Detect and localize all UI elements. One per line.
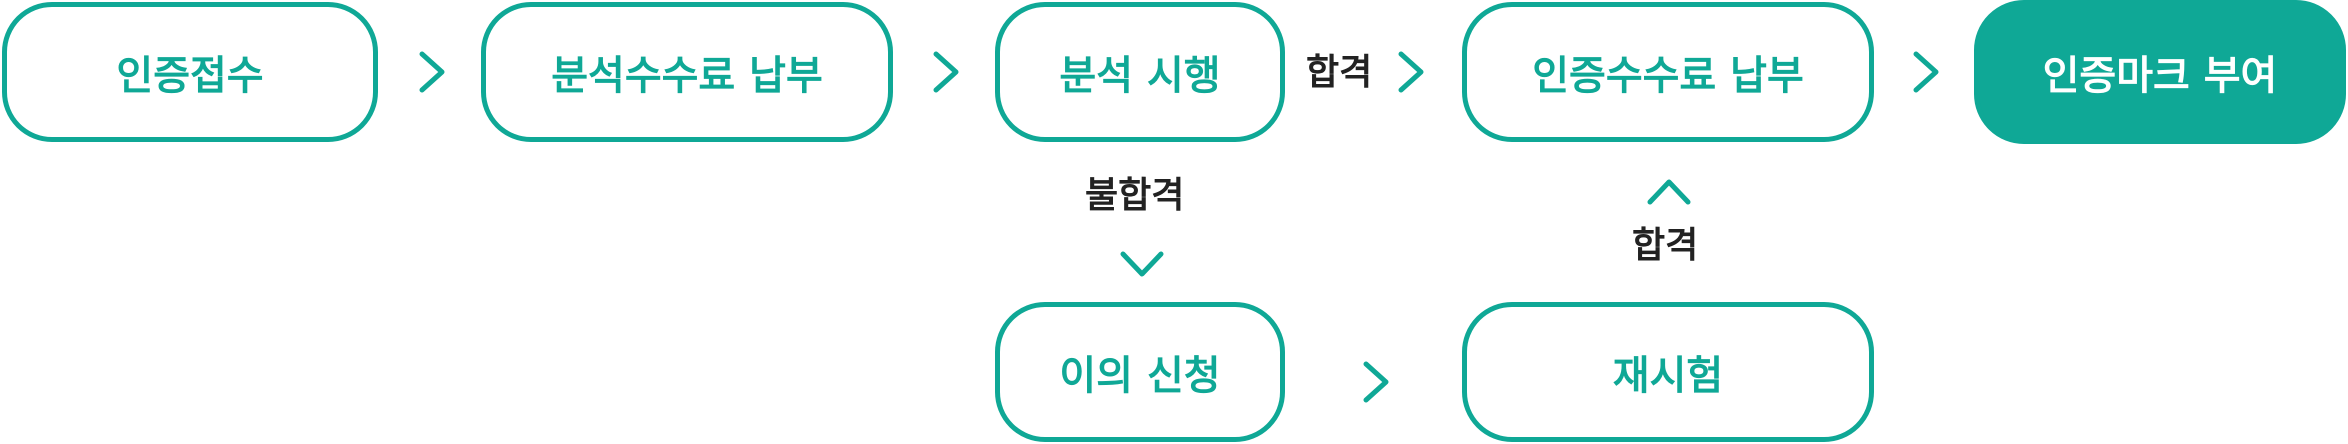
chevron-right-icon [1398,51,1424,93]
label-fail: 불합격 [1085,175,1185,216]
label-pass-top: 합격 [1306,52,1373,93]
chevron-right-icon [933,51,959,93]
chevron-down-icon [1120,251,1164,277]
chevron-right-icon [419,51,445,93]
node-analysis-fee-payment: 분석수수료 납부 [481,2,893,142]
label-pass-retest: 합격 [1632,225,1699,266]
node-certification-mark-grant: 인증마크 부여 [1974,0,2346,144]
node-certification-application: 인증접수 [2,2,378,142]
node-appeal-request: 이의 신청 [995,302,1285,442]
chevron-right-icon [1913,51,1939,93]
chevron-right-icon [1363,361,1389,403]
node-certification-fee-payment: 인증수수료 납부 [1462,2,1874,142]
node-analysis-test: 분석 시행 [995,2,1285,142]
chevron-up-icon [1647,179,1691,205]
certification-process-flow: 인증접수 분석수수료 납부 분석 시행 인증수수료 납부 인증마크 부여 이의 … [0,0,2348,444]
node-retest: 재시험 [1462,302,1874,442]
